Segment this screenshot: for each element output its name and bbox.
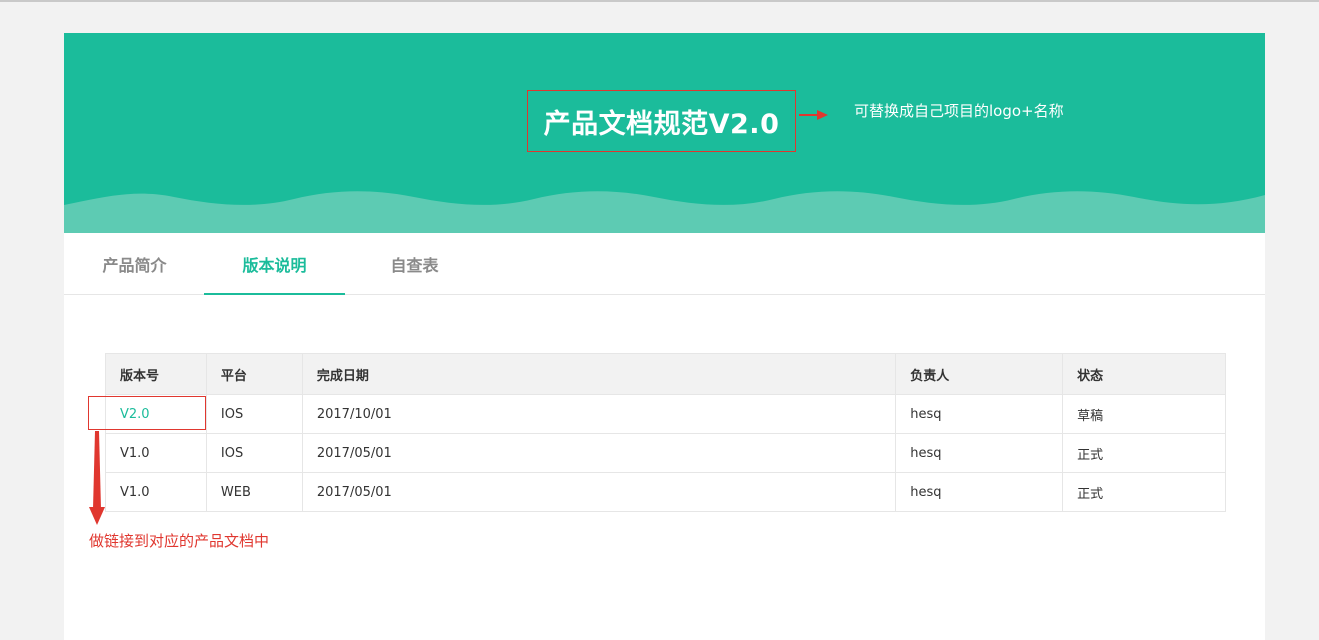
title-annotation-box: 产品文档规范V2.0	[527, 90, 796, 152]
column-header-version: 版本号	[105, 353, 207, 395]
page-container: 产品文档规范V2.0 可替换成自己项目的logo+名称 产品简介 版本说明 自查…	[64, 33, 1265, 640]
column-header-date: 完成日期	[301, 353, 897, 395]
link-annotation-note: 做链接到对应的产品文档中	[89, 532, 270, 550]
version-cell: V1.0	[105, 472, 207, 512]
tab-product-intro[interactable]: 产品简介	[64, 233, 205, 294]
owner-cell: hesq	[895, 433, 1064, 473]
arrow-down-icon	[89, 431, 105, 525]
date-cell: 2017/05/01	[301, 433, 897, 473]
owner-cell: hesq	[895, 472, 1064, 512]
table-row: V1.0 WEB 2017/05/01 hesq 正式	[105, 472, 1226, 512]
table-header-row: 版本号 平台 完成日期 负责人 状态	[105, 353, 1226, 395]
tab-version-notes[interactable]: 版本说明	[204, 233, 345, 295]
platform-cell: IOS	[205, 394, 303, 434]
page-title: 产品文档规范V2.0	[543, 108, 780, 140]
tab-self-check[interactable]: 自查表	[344, 233, 485, 294]
status-cell: 正式	[1062, 433, 1226, 473]
column-header-status: 状态	[1062, 353, 1226, 395]
status-cell: 正式	[1062, 472, 1226, 512]
date-cell: 2017/10/01	[301, 394, 897, 434]
arrow-right-icon	[799, 110, 828, 120]
version-table: 版本号 平台 完成日期 负责人 状态 V2.0 IOS 2017/10/01 h…	[105, 353, 1226, 512]
logo-replace-note: 可替换成自己项目的logo+名称	[854, 102, 1064, 120]
platform-cell: IOS	[205, 433, 303, 473]
version-annotation-box	[88, 396, 206, 430]
owner-cell: hesq	[895, 394, 1064, 434]
date-cell: 2017/05/01	[301, 472, 897, 512]
wave-decoration	[64, 191, 1265, 233]
column-header-owner: 负责人	[895, 353, 1064, 395]
table-row: V2.0 IOS 2017/10/01 hesq 草稿	[105, 394, 1226, 434]
top-border	[0, 0, 1319, 2]
column-header-platform: 平台	[205, 353, 303, 395]
version-cell: V1.0	[105, 433, 207, 473]
status-cell: 草稿	[1062, 394, 1226, 434]
header-banner: 产品文档规范V2.0 可替换成自己项目的logo+名称	[64, 33, 1265, 233]
platform-cell: WEB	[205, 472, 303, 512]
table-row: V1.0 IOS 2017/05/01 hesq 正式	[105, 433, 1226, 473]
tab-bar: 产品简介 版本说明 自查表	[64, 233, 1265, 295]
